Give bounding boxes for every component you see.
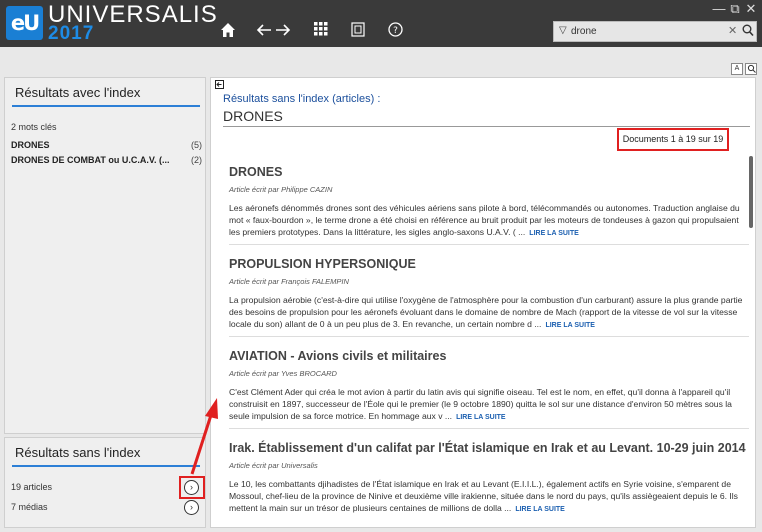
keyword-count: 2 mots clés bbox=[11, 122, 57, 132]
noindex-title-underline bbox=[12, 465, 200, 467]
help-icon[interactable]: ? bbox=[387, 22, 403, 42]
article-excerpt: Les aéronefs dénommés drones sont des vé… bbox=[229, 203, 740, 237]
brand-year: 2017 bbox=[48, 23, 95, 44]
keyword-count-drones-combat: (2) bbox=[191, 155, 202, 165]
close-icon[interactable]: ✕ bbox=[744, 2, 758, 16]
article-author: Article écrit par François FALEMPIN bbox=[229, 277, 349, 286]
index-results-title: Résultats avec l'index bbox=[15, 85, 141, 100]
restore-icon[interactable]: ⧉ bbox=[728, 2, 742, 16]
article-item: Irak. Établissement d'un califat par l'É… bbox=[229, 441, 749, 516]
read-more-link[interactable]: LIRE LA SUITE bbox=[456, 414, 506, 421]
article-title[interactable]: AVIATION - Avions civils et militaires bbox=[229, 349, 749, 364]
article-author: Article écrit par Universalis bbox=[229, 461, 318, 470]
results-panel: Résultats sans l'index (articles) : DRON… bbox=[210, 77, 756, 528]
noindex-results-title: Résultats sans l'index bbox=[15, 445, 141, 460]
article-item: PROPULSION HYPERSONIQUE Article écrit pa… bbox=[229, 257, 749, 332]
article-separator bbox=[229, 244, 749, 245]
search-icon[interactable] bbox=[742, 24, 754, 40]
noindex-results-panel: Résultats sans l'index 19 articles › 7 m… bbox=[4, 437, 206, 528]
article-separator bbox=[229, 428, 749, 429]
svg-text:?: ? bbox=[393, 26, 398, 36]
arrow-right-icon[interactable] bbox=[275, 22, 291, 42]
article-excerpt: La propulsion aérobie (c'est-à-dire qui … bbox=[229, 295, 743, 329]
article-author: Article écrit par Philippe CAZIN bbox=[229, 185, 333, 194]
article-item: DRONES Article écrit par Philippe CAZIN … bbox=[229, 165, 749, 240]
read-more-link[interactable]: LIRE LA SUITE bbox=[515, 506, 565, 513]
zoom-icon[interactable] bbox=[745, 63, 757, 75]
article-title[interactable]: PROPULSION HYPERSONIQUE bbox=[229, 257, 749, 272]
minimize-icon[interactable]: — bbox=[712, 2, 726, 16]
text-size-icon[interactable]: A bbox=[731, 63, 743, 75]
keyword-item-drones-combat[interactable]: DRONES DE COMBAT ou U.C.A.V. (... bbox=[11, 155, 170, 165]
article-excerpt: Le 10, les combattants djihadistes de l'… bbox=[229, 479, 738, 513]
media-count[interactable]: 7 médias bbox=[11, 502, 48, 512]
results-label: Résultats sans l'index (articles) : bbox=[223, 93, 381, 105]
article-excerpt: C'est Clément Ader qui créa le mot avion… bbox=[229, 387, 732, 421]
search-box: ▽ ✕ bbox=[553, 21, 757, 42]
read-more-link[interactable]: LIRE LA SUITE bbox=[529, 230, 579, 237]
index-results-panel: Résultats avec l'index 2 mots clés DRONE… bbox=[4, 77, 206, 434]
keyword-count-drones: (5) bbox=[191, 140, 202, 150]
media-icon[interactable] bbox=[350, 22, 366, 42]
article-separator bbox=[229, 336, 749, 337]
article-item: AVIATION - Avions civils et militaires A… bbox=[229, 349, 749, 424]
arrow-left-icon[interactable] bbox=[256, 22, 272, 42]
home-icon[interactable] bbox=[219, 22, 237, 42]
keyword-item-drones[interactable]: DRONES bbox=[11, 140, 50, 150]
article-title[interactable]: DRONES bbox=[229, 165, 749, 180]
read-more-link[interactable]: LIRE LA SUITE bbox=[545, 322, 595, 329]
exit-icon[interactable] bbox=[215, 80, 224, 92]
highlight-box-articles bbox=[179, 476, 205, 499]
grid-icon[interactable] bbox=[313, 22, 329, 42]
filter-icon[interactable]: ▽ bbox=[559, 25, 567, 36]
search-input[interactable] bbox=[571, 24, 721, 39]
clear-search-icon[interactable]: ✕ bbox=[728, 24, 737, 37]
results-scrollbar[interactable] bbox=[749, 156, 753, 228]
article-author: Article écrit par Yves BROCARD bbox=[229, 369, 337, 378]
articles-count[interactable]: 19 articles bbox=[11, 482, 52, 492]
universalis-logo: eU bbox=[6, 6, 43, 40]
title-bar: eU UNIVERSALIS 2017 ? — ⧉ ✕ ▽ ✕ bbox=[0, 0, 762, 47]
article-title[interactable]: Irak. Établissement d'un califat par l'É… bbox=[229, 441, 749, 456]
documents-count: Documents 1 à 19 sur 19 bbox=[617, 128, 729, 151]
results-query: DRONES bbox=[223, 108, 283, 124]
media-chevron-icon[interactable]: › bbox=[184, 500, 199, 515]
results-divider bbox=[223, 126, 750, 127]
index-title-underline bbox=[12, 105, 200, 107]
